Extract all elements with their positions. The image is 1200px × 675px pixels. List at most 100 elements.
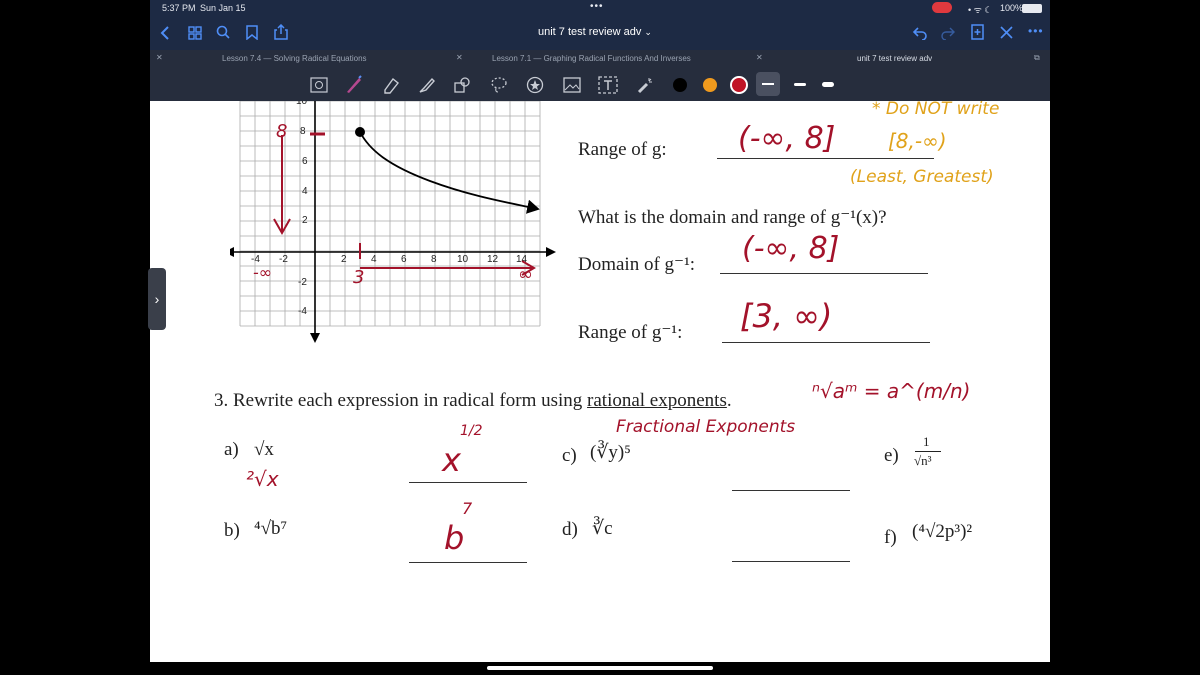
document-title[interactable]: unit 7 test review adv ⌄	[538, 26, 652, 38]
note-wrong-interval: [8,-∞)	[888, 129, 947, 153]
tab-unit-7-review[interactable]: unit 7 test review adv	[857, 54, 932, 63]
chevron-right-icon: ›	[154, 291, 160, 307]
color-orange-swatch[interactable]	[703, 78, 717, 92]
range-g-label: Range of g:	[578, 139, 667, 160]
search-icon[interactable]	[216, 25, 230, 40]
y-tick-label: 2	[302, 215, 308, 226]
stroke-medium[interactable]	[794, 83, 806, 86]
x-tick-label: 8	[431, 254, 437, 265]
undo-icon[interactable]	[912, 25, 928, 40]
status-time: 5:37 PM	[162, 3, 196, 13]
item-b-expression: ⁴√b⁷	[254, 518, 288, 539]
y-tick-label: 4	[302, 186, 308, 197]
item-d-expression: ∛c	[592, 518, 613, 539]
image-icon[interactable]	[563, 76, 581, 94]
x-axis-arrow-left	[230, 247, 234, 257]
redo-icon[interactable]	[940, 25, 956, 40]
x-tick-label: 10	[457, 254, 469, 265]
curve-endpoint-dot	[355, 127, 365, 137]
x-tick-label: 6	[401, 254, 407, 265]
answer-line	[720, 273, 928, 274]
note-three: 3	[353, 267, 365, 288]
back-chevron-icon[interactable]	[160, 26, 170, 40]
color-black-swatch[interactable]	[673, 78, 687, 92]
tab-lesson-7-4[interactable]: Lesson 7.4 — Solving Radical Equations	[222, 54, 367, 63]
answer-line	[732, 561, 850, 562]
tab-close-icon[interactable]: ✕	[156, 53, 163, 62]
item-a-answer-exponent: 1/2	[460, 423, 483, 439]
answer-line	[722, 342, 930, 343]
color-red-swatch[interactable]	[730, 76, 748, 94]
item-a-label: a)	[224, 439, 239, 460]
item-c-label: c)	[562, 445, 577, 466]
item-a-answer-base: x	[442, 441, 461, 479]
note-least-greatest: (Least, Greatest)	[850, 167, 994, 187]
question-3: 3. Rewrite each expression in radical fo…	[214, 390, 732, 411]
y-tick-label: 10	[296, 101, 308, 107]
home-indicator[interactable]	[487, 666, 713, 670]
tab-close-icon[interactable]: ✕	[456, 53, 463, 62]
battery-icon	[1022, 4, 1042, 13]
eraser-icon[interactable]	[382, 76, 400, 94]
sidebar-toggle[interactable]: ›	[148, 268, 166, 330]
close-icon[interactable]	[1000, 26, 1013, 39]
battery-percent: 100%	[1000, 3, 1024, 13]
item-d-label: d)	[562, 519, 578, 540]
domain-inverse-answer: (-∞, 8]	[742, 231, 840, 266]
multitask-dots-icon[interactable]: •••	[590, 1, 604, 12]
text-tool-icon[interactable]	[598, 76, 618, 94]
y-tick-label: -4	[298, 306, 307, 317]
tab-close-icon[interactable]: ✕	[756, 53, 763, 62]
answer-line	[409, 562, 527, 563]
item-b-label: b)	[224, 520, 240, 541]
item-f-expression: (⁴√2p³)²	[912, 521, 973, 542]
sticker-icon[interactable]	[526, 76, 544, 94]
wifi-icon: • ᯤ ☾	[968, 5, 993, 15]
status-bar: 5:37 PM Sun Jan 15 ••• • ᯤ ☾ 100%	[150, 0, 1050, 16]
shapes-icon[interactable]	[453, 76, 471, 94]
stroke-thick[interactable]	[822, 82, 834, 87]
grid-view-icon[interactable]	[188, 26, 202, 40]
range-g-answer: (-∞, 8]	[738, 121, 836, 156]
more-options-icon[interactable]: •••	[1028, 24, 1044, 38]
split-view-icon[interactable]: ⧉	[1034, 53, 1040, 63]
record-indicator-icon[interactable]	[932, 2, 952, 13]
share-icon[interactable]	[274, 24, 288, 40]
bookmark-icon[interactable]	[246, 25, 258, 40]
tab-lesson-7-1[interactable]: Lesson 7.1 — Graphing Radical Functions …	[492, 54, 691, 63]
question-inverse: What is the domain and range of g⁻¹(x)?	[578, 207, 887, 228]
x-tick-label: 4	[371, 254, 377, 265]
item-b-answer-exponent: 7	[462, 499, 473, 518]
x-tick-label: -2	[279, 254, 288, 265]
function-curve-g	[359, 131, 540, 214]
x-tick-label: 12	[487, 254, 499, 265]
y-axis-arrow-down	[310, 333, 320, 343]
item-c-expression: (∛y)⁵	[590, 442, 631, 463]
highlighter-icon[interactable]	[418, 76, 436, 94]
drawing-toolbar	[150, 68, 1050, 101]
x-axis-arrow-right	[546, 247, 556, 257]
y-tick-label: 8	[300, 126, 306, 137]
lasso-icon[interactable]	[490, 76, 508, 94]
status-date: Sun Jan 15	[200, 3, 246, 13]
range-inverse-label: Range of g⁻¹:	[578, 322, 683, 343]
domain-inverse-label: Domain of g⁻¹:	[578, 254, 696, 275]
tab-bar: ✕ Lesson 7.4 — Solving Radical Equations…	[150, 50, 1050, 68]
item-f-label: f)	[884, 527, 897, 548]
note-inf: ∞	[518, 264, 533, 285]
document-page[interactable]: 10 8 6 4 2 -2 -4 -4 -2 2 4 6 8 10 12 14 …	[150, 101, 1050, 662]
y-tick-label: 6	[302, 156, 308, 167]
stroke-thin-selected[interactable]	[756, 72, 780, 96]
range-inverse-answer: [3, ∞)	[740, 297, 833, 335]
item-a-expression: √x	[254, 439, 274, 460]
add-page-icon[interactable]	[970, 24, 985, 40]
title-chevron-icon: ⌄	[644, 27, 652, 37]
item-e-numerator: 1	[923, 434, 930, 449]
laser-pointer-icon[interactable]	[636, 76, 654, 94]
zoom-lens-icon[interactable]	[310, 77, 328, 93]
item-e-label: e)	[884, 445, 899, 466]
pen-icon[interactable]	[344, 74, 362, 94]
note-eight: 8	[276, 121, 288, 142]
answer-line	[732, 490, 850, 491]
note-do-not-write: * Do NOT write	[872, 101, 1000, 119]
